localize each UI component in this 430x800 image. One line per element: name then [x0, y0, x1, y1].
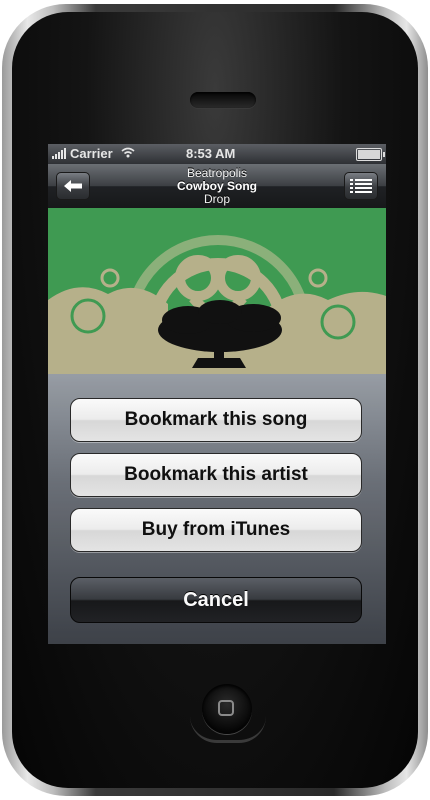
carrier-group: Carrier	[52, 146, 135, 161]
buy-from-itunes-button[interactable]: Buy from iTunes	[70, 508, 362, 552]
signal-bars-icon	[52, 148, 66, 159]
track-list-button[interactable]	[344, 172, 378, 200]
action-sheet: Bookmark this song Bookmark this artist …	[48, 374, 386, 644]
carrier-label: Carrier	[70, 146, 113, 161]
back-arrow-icon	[64, 180, 82, 192]
back-button[interactable]	[56, 172, 90, 200]
earpiece-speaker	[190, 92, 256, 108]
track-info: Beatropolis Cowboy Song Drop	[108, 167, 326, 206]
home-square-icon	[218, 700, 234, 716]
wifi-icon	[121, 147, 135, 161]
bookmark-song-button[interactable]: Bookmark this song	[70, 398, 362, 442]
home-button[interactable]	[202, 684, 252, 734]
album-name: Drop	[203, 192, 230, 206]
now-playing-bar: Beatropolis Cowboy Song Drop	[48, 164, 386, 208]
clock: 8:53 AM	[186, 146, 236, 161]
battery-icon	[356, 148, 385, 161]
album-artwork	[48, 208, 386, 374]
cancel-button[interactable]: Cancel	[70, 577, 362, 623]
screen: Carrier 8:53 AM Beatropolis Cowboy Song …	[48, 144, 386, 644]
track-list-icon	[350, 179, 372, 193]
bookmark-artist-button[interactable]: Bookmark this artist	[70, 453, 362, 497]
status-bar: Carrier 8:53 AM	[48, 144, 386, 164]
album-artwork-image	[48, 208, 386, 374]
